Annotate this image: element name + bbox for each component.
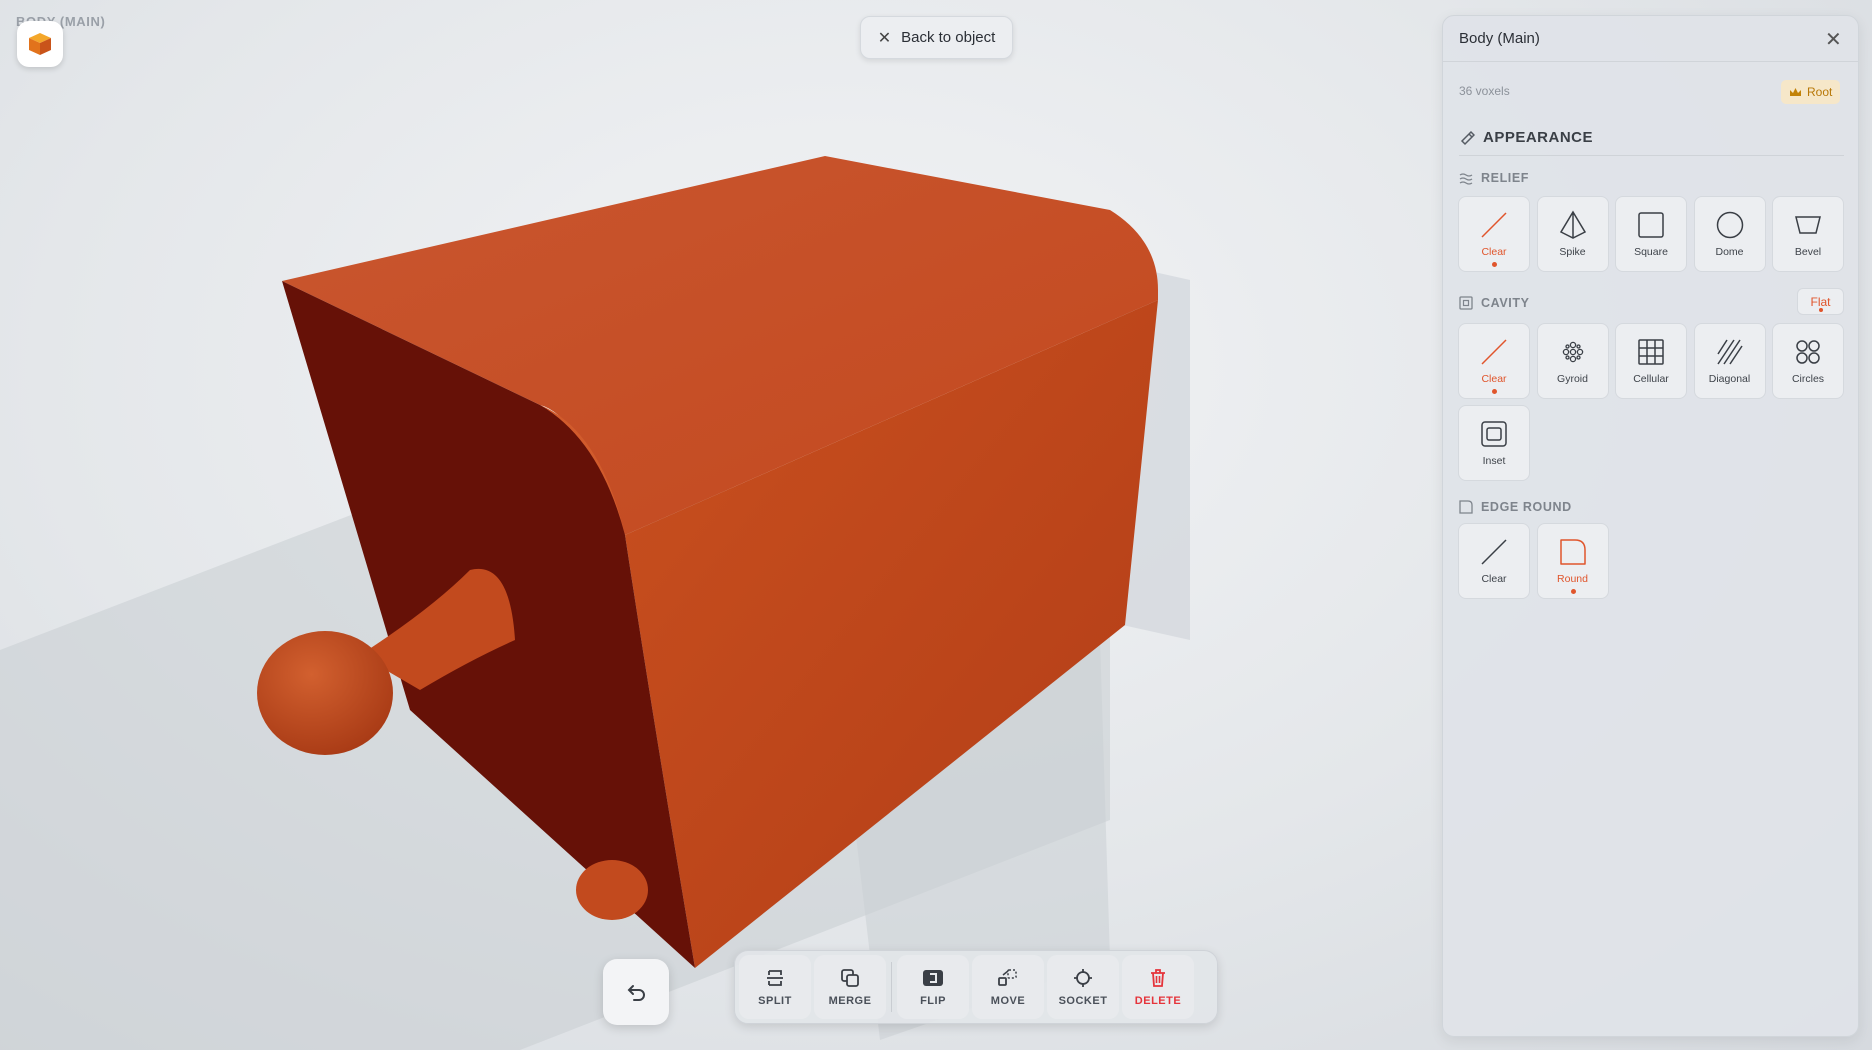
edge-round-options: Clear Round: [1458, 523, 1844, 599]
cavity-diagonal-option[interactable]: Diagonal: [1693, 323, 1766, 399]
selected-indicator: [1492, 389, 1497, 394]
cavity-cellular-option[interactable]: Cellular: [1615, 323, 1687, 399]
edge-round-icon: [1459, 500, 1473, 514]
cavity-heading: CAVITY: [1459, 296, 1530, 310]
back-to-object-label: Back to object: [901, 29, 996, 46]
appearance-label: APPEARANCE: [1483, 129, 1594, 146]
cavity-inset-label: Inset: [1482, 455, 1506, 467]
edge-clear-option[interactable]: Clear: [1458, 523, 1530, 599]
relief-clear-label: Clear: [1481, 246, 1507, 258]
move-label: MOVE: [990, 995, 1026, 1007]
move-icon: [998, 969, 1017, 986]
trash-icon: [1151, 969, 1165, 987]
edge-round-heading: EDGE ROUND: [1459, 500, 1572, 514]
relief-clear-option[interactable]: Clear: [1458, 196, 1530, 272]
relief-spike-label: Spike: [1559, 246, 1586, 258]
split-button[interactable]: SPLIT: [739, 955, 811, 1019]
appearance-divider: [1459, 155, 1844, 156]
inset-icon: [1481, 421, 1507, 447]
circles-icon: [1796, 340, 1820, 364]
edge-round-option[interactable]: Round: [1536, 523, 1609, 599]
slash-icon: [1481, 212, 1507, 238]
socket-label: SOCKET: [1058, 995, 1108, 1007]
selected-indicator: [1819, 308, 1823, 312]
app-logo[interactable]: [17, 21, 63, 67]
undo-button[interactable]: [603, 959, 669, 1025]
panel-close-icon[interactable]: ✕: [1825, 27, 1842, 52]
relief-square-option[interactable]: Square: [1615, 196, 1687, 272]
properties-panel: Body (Main) ✕ 36 voxels Root APPEARANCE …: [1442, 15, 1859, 1037]
relief-icon: [1459, 173, 1473, 185]
appearance-heading: APPEARANCE: [1459, 129, 1593, 146]
voxel-count: 36 voxels: [1459, 84, 1510, 98]
relief-square-label: Square: [1634, 246, 1668, 258]
merge-icon: [841, 969, 859, 987]
toolbar-divider: [891, 962, 892, 1012]
rounded-corner-icon: [1559, 539, 1586, 565]
paintbrush-icon: [1460, 130, 1475, 145]
delete-button[interactable]: DELETE: [1122, 955, 1194, 1019]
socket-button[interactable]: SOCKET: [1047, 955, 1119, 1019]
cavity-circles-option[interactable]: Circles: [1772, 323, 1844, 399]
merge-label: MERGE: [828, 995, 872, 1007]
edge-round-label: EDGE ROUND: [1481, 500, 1572, 514]
relief-options: Clear Spike Square Dome Bevel: [1458, 196, 1844, 272]
root-badge-label: Root: [1807, 85, 1833, 99]
flip-label: FLIP: [920, 995, 946, 1007]
cavity-clear-option[interactable]: Clear: [1458, 323, 1530, 399]
cavity-mode-label: Flat: [1810, 294, 1831, 309]
cube-logo-icon: [29, 33, 51, 55]
root-badge: Root: [1781, 80, 1841, 104]
pyramid-icon: [1559, 210, 1586, 239]
flip-icon: [923, 970, 943, 986]
undo-icon: [627, 985, 645, 1001]
relief-bevel-label: Bevel: [1794, 246, 1822, 258]
cavity-cellular-label: Cellular: [1633, 373, 1669, 385]
slash-icon: [1481, 539, 1507, 565]
edge-clear-label: Clear: [1481, 573, 1507, 585]
selected-indicator: [1570, 589, 1576, 594]
panel-divider: [1443, 61, 1858, 62]
relief-heading: RELIEF: [1459, 171, 1529, 185]
gyroid-icon: [1562, 341, 1583, 363]
cavity-gyroid-label: Gyroid: [1557, 373, 1588, 385]
cavity-icon: [1459, 296, 1473, 310]
cavity-circles-label: Circles: [1791, 373, 1825, 385]
merge-button[interactable]: MERGE: [814, 955, 886, 1019]
flip-button[interactable]: FLIP: [897, 955, 969, 1019]
delete-label: DELETE: [1134, 995, 1182, 1007]
edge-round-option-label: Round: [1557, 573, 1588, 585]
selected-indicator: [1492, 262, 1497, 267]
panel-title: Body (Main): [1459, 30, 1540, 47]
cavity-diagonal-label: Diagonal: [1708, 373, 1751, 385]
grid-icon: [1638, 339, 1664, 365]
trapezoid-icon: [1795, 216, 1821, 234]
cavity-inset-option[interactable]: Inset: [1458, 405, 1530, 481]
relief-bevel-option[interactable]: Bevel: [1772, 196, 1844, 272]
cavity-label: CAVITY: [1481, 296, 1530, 310]
cavity-mode-toggle[interactable]: Flat: [1797, 288, 1844, 315]
cavity-clear-label: Clear: [1481, 373, 1507, 385]
relief-spike-option[interactable]: Spike: [1536, 196, 1609, 272]
circle-icon: [1716, 211, 1743, 239]
cavity-options: Clear Gyroid Cellular Diagonal Circles I…: [1458, 323, 1844, 481]
crown-icon: [1790, 87, 1801, 96]
back-to-object-button[interactable]: ✕ Back to object: [860, 16, 1013, 59]
split-label: SPLIT: [758, 995, 792, 1007]
relief-dome-option[interactable]: Dome: [1693, 196, 1766, 272]
cavity-gyroid-option[interactable]: Gyroid: [1536, 323, 1609, 399]
split-icon: [767, 970, 783, 986]
socket-icon: [1074, 969, 1092, 987]
slash-icon: [1481, 339, 1507, 365]
move-button[interactable]: MOVE: [972, 955, 1044, 1019]
relief-label: RELIEF: [1481, 171, 1530, 185]
close-icon: ✕: [877, 29, 892, 47]
square-icon: [1638, 212, 1664, 238]
relief-dome-label: Dome: [1715, 246, 1744, 258]
diagonal-lines-icon: [1716, 339, 1743, 365]
bottom-toolbar: SPLIT MERGE FLIP MOVE SOCKET DELETE: [734, 950, 1218, 1024]
